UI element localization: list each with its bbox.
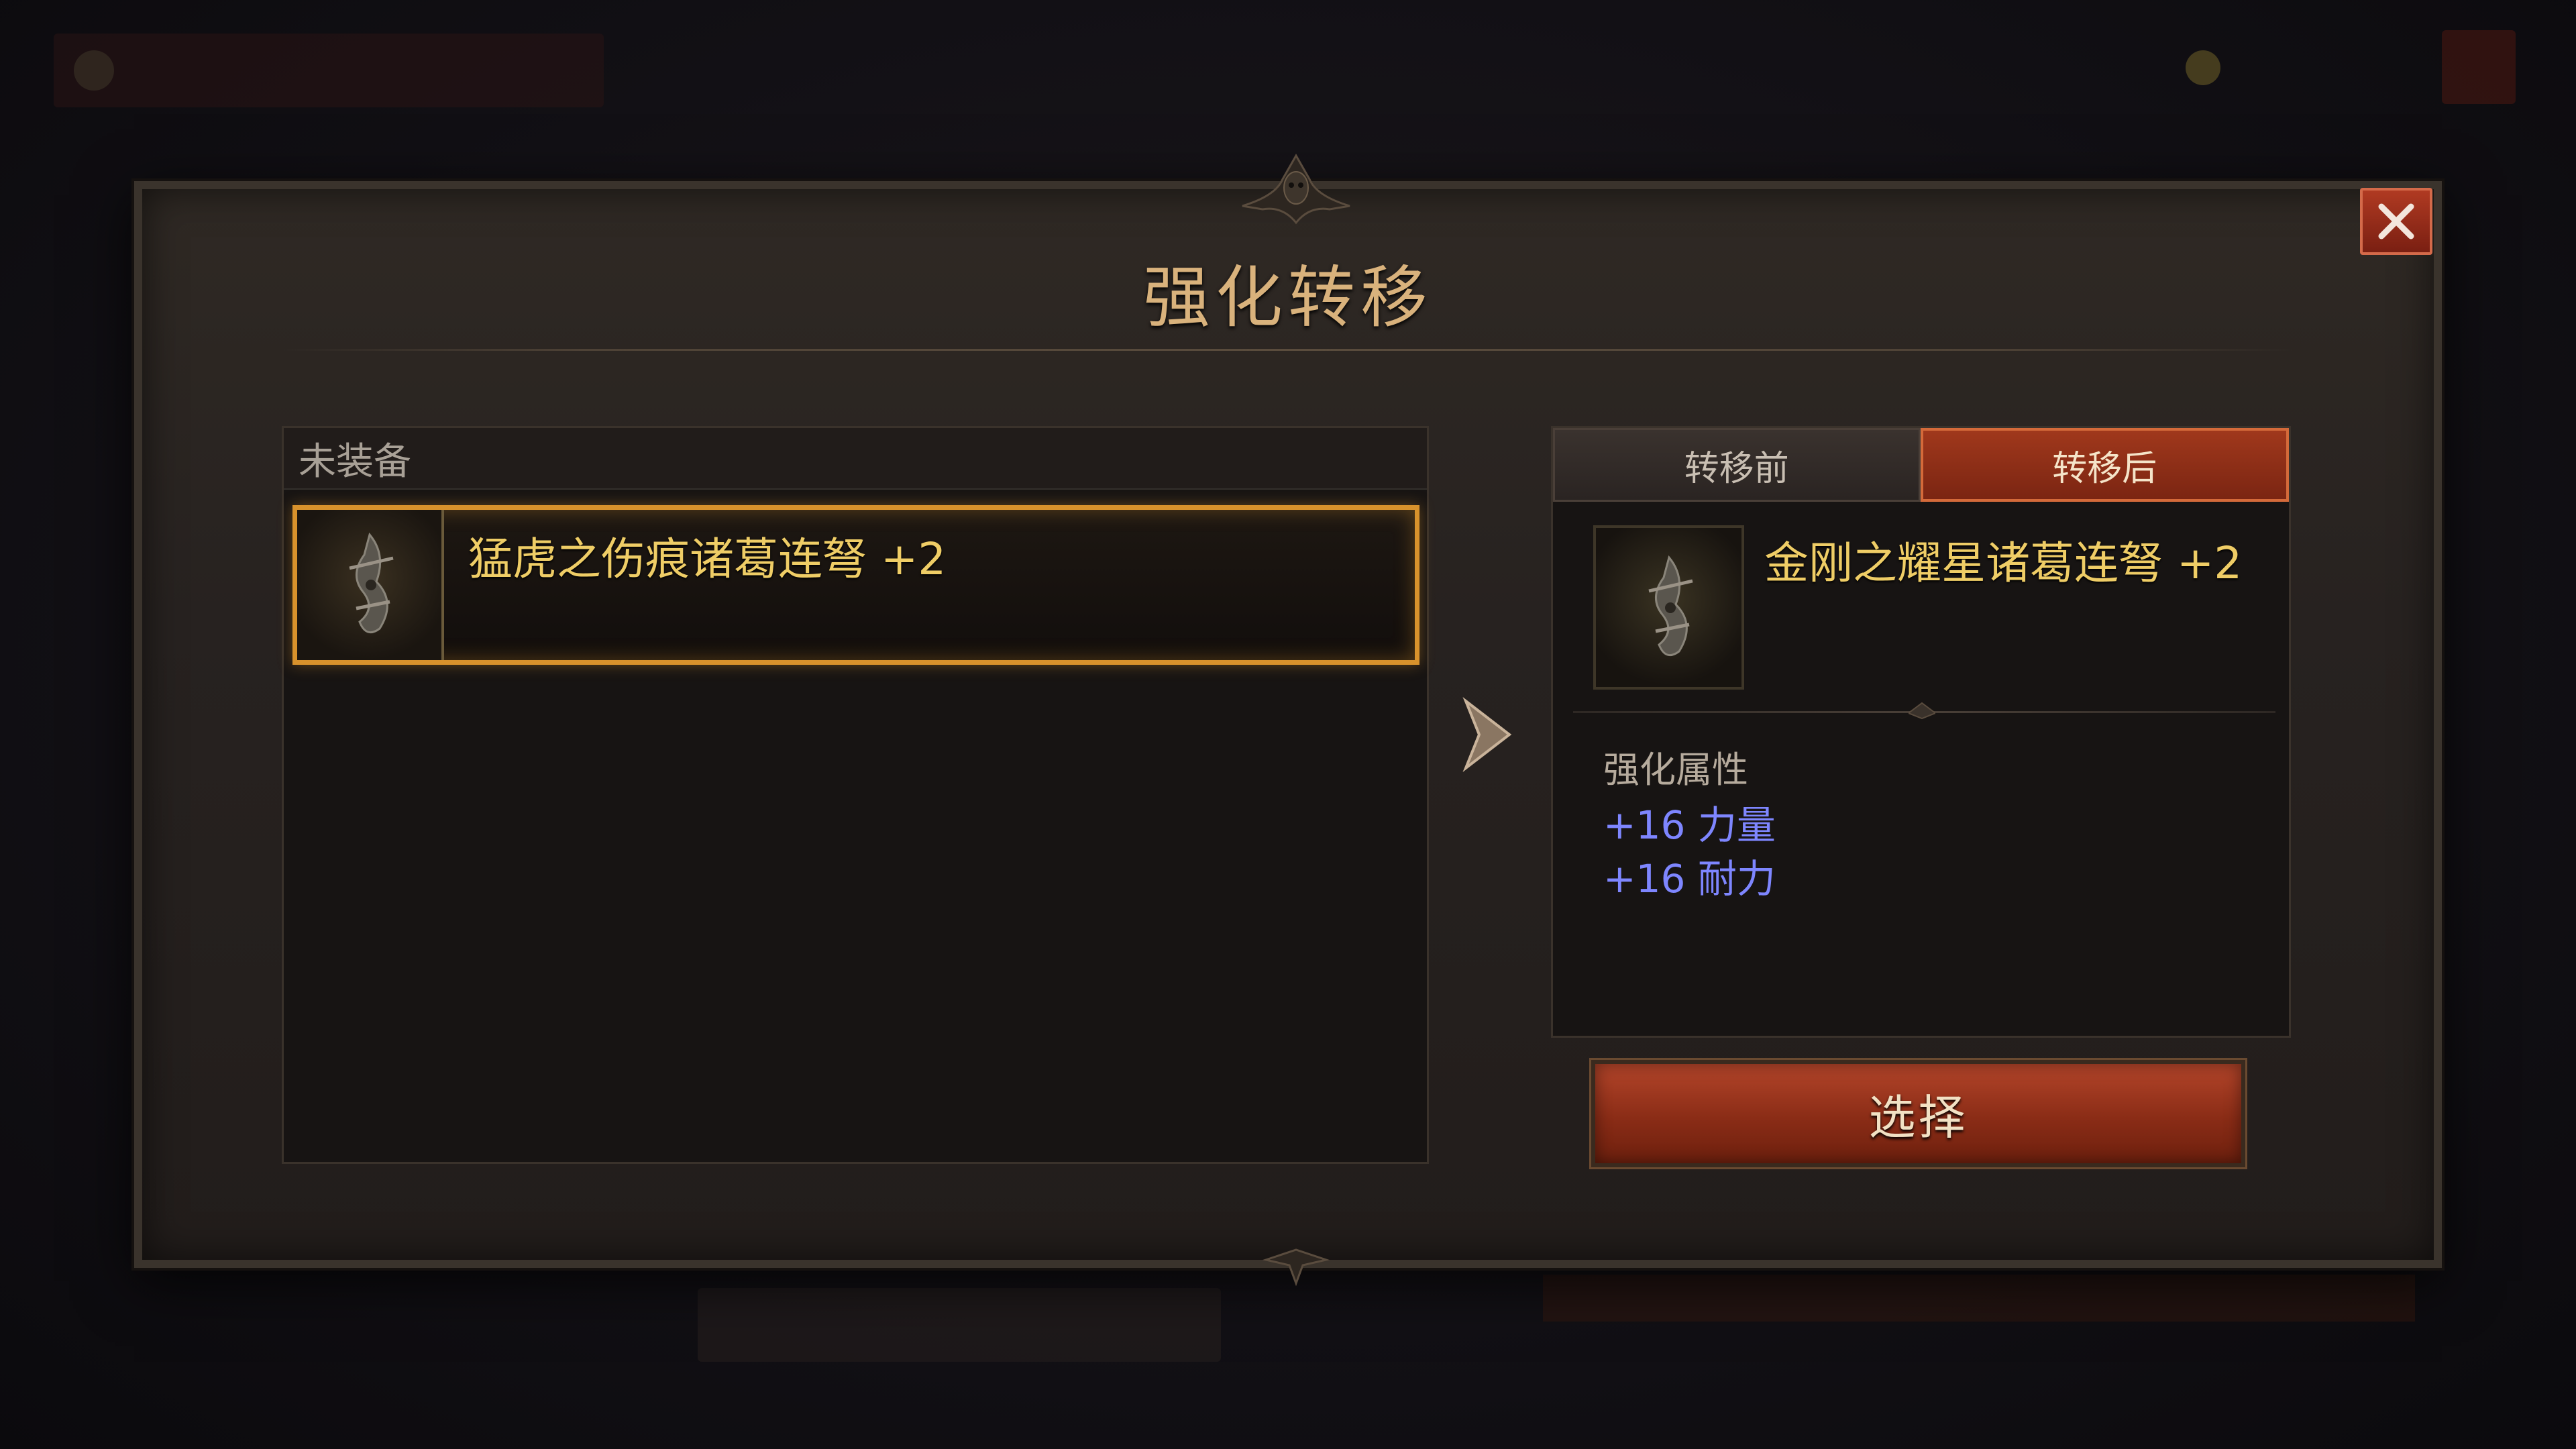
bottom-ornament-icon <box>1263 1248 1330 1287</box>
skull-crest-icon <box>1242 153 1350 225</box>
background-bottom-button <box>1543 1275 2415 1322</box>
crossbow-icon <box>297 510 444 660</box>
unequipped-list-panel: 未装备 猛虎之伤痕诸葛连弩 +2 <box>282 426 1429 1164</box>
item-name: 猛虎之伤痕诸葛连弩 +2 <box>468 533 947 585</box>
tab-after-transfer[interactable]: 转移后 <box>1920 428 2289 502</box>
result-item-name: 金刚之耀星诸葛连弩 +2 <box>1764 537 2243 589</box>
list-item-selected[interactable]: 猛虎之伤痕诸葛连弩 +2 <box>292 505 1419 665</box>
title-divider <box>283 349 2293 351</box>
arrow-right-icon <box>1462 696 1512 773</box>
background-emblem-icon <box>74 50 114 91</box>
transfer-preview-panel: 转移前 转移后 金刚之耀星诸葛连弩 +2 强化属性 +16 力量 +16 耐力 <box>1551 426 2291 1038</box>
close-button[interactable] <box>2360 188 2432 255</box>
background-coin-icon <box>2186 50 2220 85</box>
background-top-bar <box>54 34 604 107</box>
attribute-line: +16 力量 <box>1603 802 1776 848</box>
close-icon <box>2378 203 2414 239</box>
unequipped-header: 未装备 <box>284 428 1427 490</box>
background-bottom-bar <box>698 1288 1221 1362</box>
preview-tabs: 转移前 转移后 <box>1553 428 2289 502</box>
attribute-line: +16 耐力 <box>1603 856 1776 902</box>
background-close-button <box>2442 30 2516 104</box>
select-button[interactable]: 选择 <box>1591 1060 2245 1167</box>
crossbow-icon <box>1593 525 1744 690</box>
attributes-title: 强化属性 <box>1603 749 1748 791</box>
tab-before-transfer[interactable]: 转移前 <box>1553 428 1921 502</box>
dialog-title: 强化转移 <box>1143 258 1433 337</box>
divider-ornament-icon <box>1909 702 1935 720</box>
